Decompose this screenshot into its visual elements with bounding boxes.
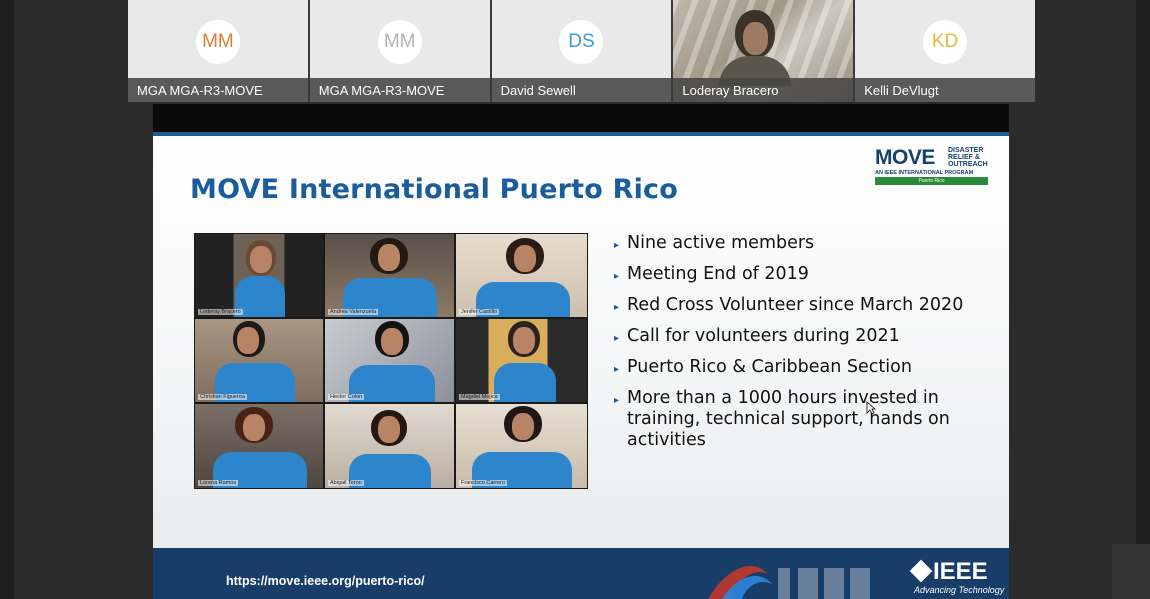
bullet-arrow-icon: ▸ bbox=[614, 333, 620, 344]
team-photo: Jenifer Castillo bbox=[455, 233, 588, 318]
participant-tile[interactable]: MM MGA MGA-R3-MOVE bbox=[128, 0, 308, 102]
ieee-wordmark: IEEE bbox=[933, 558, 988, 585]
avatar: KD bbox=[923, 20, 968, 64]
slide-accent-line bbox=[153, 132, 1009, 136]
participant-strip: MM MGA MGA-R3-MOVE MM MGA MGA-R3-MOVE DS… bbox=[128, 0, 1035, 102]
team-photo: Loderay Bracero bbox=[194, 233, 324, 318]
team-photo: Hector Colon bbox=[324, 318, 455, 403]
photo-caption: Magdiel Mojica bbox=[459, 394, 500, 400]
ieee-diamond-icon bbox=[909, 559, 933, 583]
photo-caption: Christian Figueroa bbox=[198, 394, 247, 400]
avatar: DS bbox=[559, 20, 604, 64]
move-logo: MOVE DISASTER RELIEF & OUTREACH AN IEEE … bbox=[875, 146, 990, 186]
participant-tile[interactable]: MM MGA MGA-R3-MOVE bbox=[309, 0, 490, 102]
side-panel-tab[interactable] bbox=[1112, 544, 1150, 599]
photo-caption: Abigail Teron bbox=[328, 480, 364, 486]
participant-tile[interactable]: DS David Sewell bbox=[491, 0, 672, 102]
bullet-item: ▸ Red Cross Volunteer since March 2020 bbox=[614, 295, 994, 316]
slide-title: MOVE International Puerto Rico bbox=[190, 174, 678, 205]
bullet-item: ▸ Puerto Rico & Caribbean Section bbox=[614, 357, 994, 378]
ieee-watermark-icon bbox=[708, 566, 870, 599]
photo-caption: Hector Colon bbox=[328, 394, 365, 400]
team-photo-grid: Loderay Bracero Andrea Valenzuela Jenife… bbox=[194, 233, 588, 489]
photo-caption: Andrea Valenzuela bbox=[328, 309, 379, 315]
participant-name: MGA MGA-R3-MOVE bbox=[128, 78, 308, 102]
shared-slide: MOVE International Puerto Rico MOVE DISA… bbox=[153, 132, 1009, 599]
bullet-arrow-icon: ▸ bbox=[614, 364, 620, 375]
logo-region: Puerto Rico bbox=[875, 177, 988, 185]
participant-name: Kelli DeVlugt bbox=[855, 78, 1035, 102]
left-frame bbox=[0, 0, 14, 599]
participant-tile[interactable]: KD Kelli DeVlugt bbox=[855, 0, 1035, 102]
bullet-arrow-icon: ▸ bbox=[614, 271, 620, 282]
mouse-cursor-icon bbox=[866, 401, 876, 415]
team-photo: Magdiel Mojica bbox=[455, 318, 588, 403]
ieee-tagline: Advancing Technology bbox=[914, 585, 1005, 595]
slide-top-bar bbox=[153, 104, 1009, 132]
photo-caption: Loderay Bracero bbox=[198, 309, 243, 315]
bullet-arrow-icon: ▸ bbox=[614, 240, 620, 251]
avatar: MM bbox=[377, 20, 422, 64]
team-photo: Abigail Teron bbox=[324, 403, 455, 489]
avatar: MM bbox=[195, 20, 240, 64]
ieee-logo: IEEE Advancing Technology bbox=[909, 558, 1009, 598]
bullet-item: ▸ Nine active members bbox=[614, 233, 994, 254]
team-photo: Lorena Ramos bbox=[194, 403, 324, 489]
bullet-list: ▸ Nine active members ▸ Meeting End of 201… bbox=[614, 233, 994, 461]
bullet-item: ▸ Call for volunteers during 2021 bbox=[614, 326, 994, 347]
bullet-arrow-icon: ▸ bbox=[614, 395, 620, 406]
photo-caption: Lorena Ramos bbox=[198, 480, 239, 486]
photo-caption: Francisco Carrero bbox=[459, 480, 508, 486]
footer-url: https://move.ieee.org/puerto-rico/ bbox=[226, 574, 425, 588]
bullet-arrow-icon: ▸ bbox=[614, 302, 620, 313]
photo-caption: Jenifer Castillo bbox=[459, 309, 500, 315]
participant-name: David Sewell bbox=[491, 78, 672, 102]
team-photo: Andrea Valenzuela bbox=[324, 233, 455, 318]
team-photo: Christian Figueroa bbox=[194, 318, 324, 403]
bullet-item: ▸ Meeting End of 2019 bbox=[614, 264, 994, 285]
right-frame bbox=[1136, 0, 1150, 599]
participant-video-tile[interactable]: Loderay Bracero bbox=[673, 0, 854, 102]
bullet-item: ▸ More than a 1000 hours invested in trai… bbox=[614, 388, 950, 450]
participant-name: MGA MGA-R3-MOVE bbox=[309, 78, 490, 102]
logo-word: MOVE bbox=[875, 146, 935, 169]
slide-footer: https://move.ieee.org/puerto-rico/ IEEE … bbox=[153, 548, 1009, 599]
team-photo: Francisco Carrero bbox=[455, 403, 588, 489]
logo-program: AN IEEE INTERNATIONAL PROGRAM bbox=[875, 170, 974, 176]
person-face bbox=[743, 22, 769, 55]
participant-name: Loderay Bracero bbox=[673, 78, 854, 102]
logo-subtitle: DISASTER RELIEF & OUTREACH bbox=[948, 147, 988, 168]
